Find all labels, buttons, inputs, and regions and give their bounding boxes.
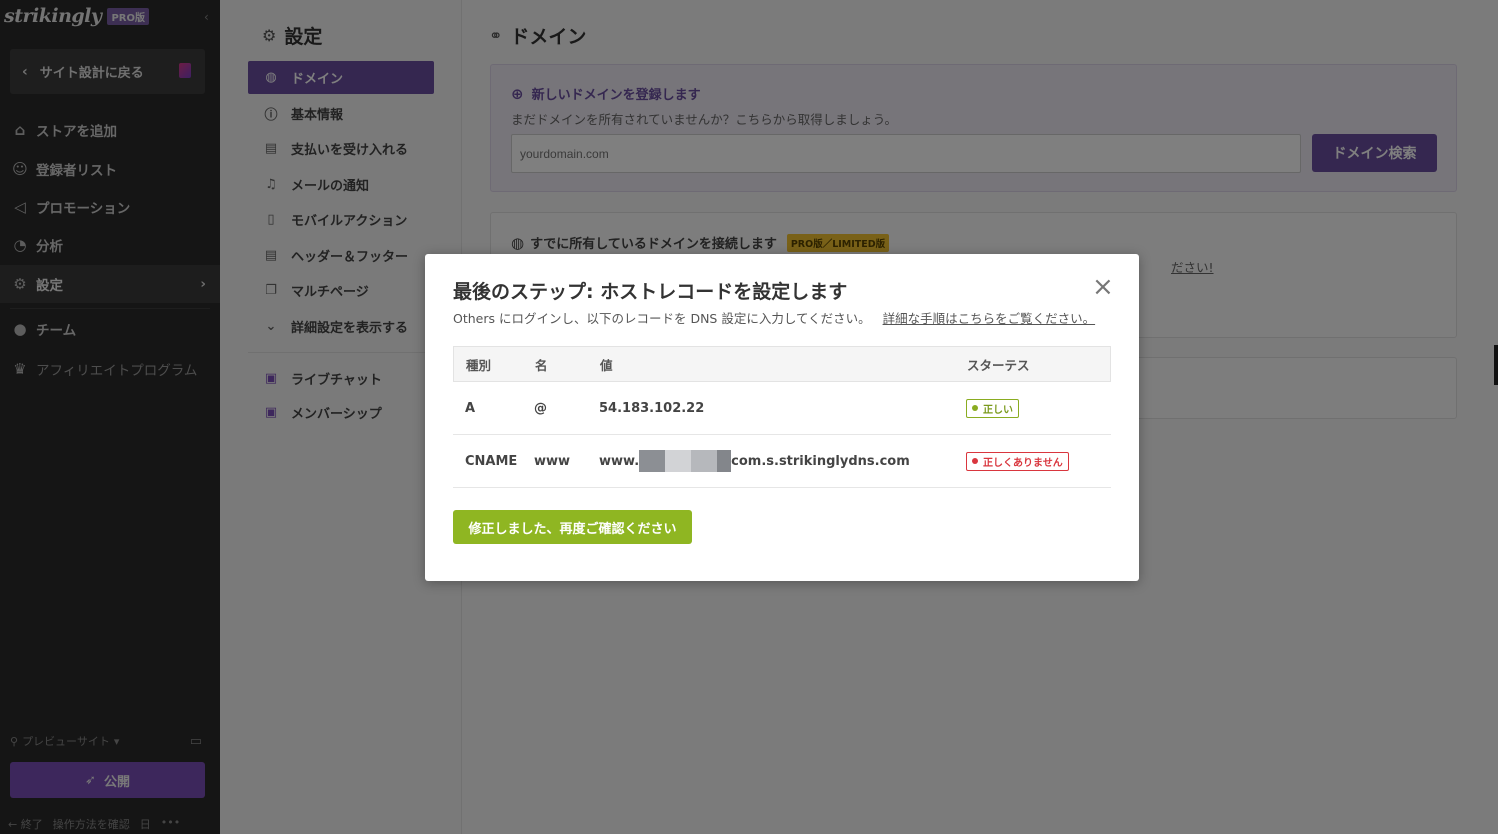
record-value-prefix: www. <box>599 453 640 469</box>
record-value: www. com.s.strikinglydns.com <box>599 450 954 472</box>
record-type: A <box>465 400 476 416</box>
record-status-cell: 正しくありません <box>954 451 1111 471</box>
modal-title: 最後のステップ: ホストレコードを設定します <box>453 281 848 303</box>
table-row: A @ 54.183.102.22 正しい <box>453 382 1111 435</box>
col-type: 種別 <box>466 357 492 373</box>
status-dot <box>972 405 978 411</box>
record-type: CNAME <box>465 453 518 469</box>
record-value-suffix: com.s.strikinglydns.com <box>731 453 910 469</box>
status-label: 正しい <box>983 404 1013 416</box>
table-row: CNAME www www. com.s.strikinglydns.com 正… <box>453 435 1111 488</box>
modal-subtitle: Others にログインし、以下のレコードを DNS 設定に入力してください。 … <box>453 308 1095 327</box>
dns-records-table: 種別 名 値 スターテス A @ 54.183.102.22 正しい CNAME… <box>453 346 1111 488</box>
status-label: 正しくありません <box>983 457 1063 469</box>
edge-shadow <box>1494 345 1498 385</box>
detailed-steps-link[interactable]: 詳細な手順はこちらをご覧ください。 <box>883 311 1096 326</box>
record-value-text: 54.183.102.22 <box>599 400 705 416</box>
status-dot <box>972 458 978 464</box>
modal-instructions: Others にログインし、以下のレコードを DNS 設定に入力してください。 <box>453 311 871 326</box>
record-status-cell: 正しい <box>954 398 1111 418</box>
close-icon[interactable]: × <box>1092 274 1114 300</box>
col-name: 名 <box>535 357 548 373</box>
host-record-modal: 最後のステップ: ホストレコードを設定します × Others にログインし、以… <box>425 254 1139 581</box>
record-value: 54.183.102.22 <box>599 401 954 416</box>
col-value: 値 <box>600 357 613 373</box>
table-header: 種別 名 値 スターテス <box>453 346 1111 382</box>
redacted-block <box>639 450 732 472</box>
status-badge: 正しい <box>966 398 1019 418</box>
record-name: @ <box>534 400 547 416</box>
col-status: スターテス <box>967 357 1030 373</box>
record-name: www <box>534 453 571 469</box>
status-badge: 正しくありません <box>966 451 1069 471</box>
recheck-button[interactable]: 修正しました、再度ご確認ください <box>453 510 692 544</box>
